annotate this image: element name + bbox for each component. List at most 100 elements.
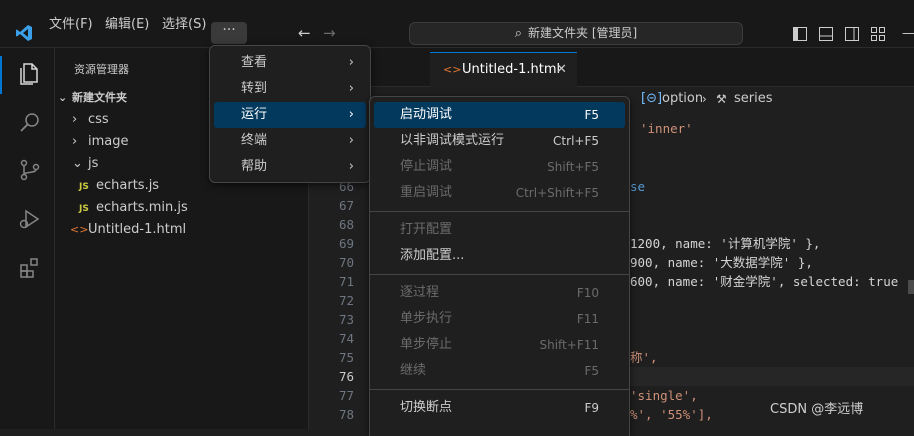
command-center[interactable]: ⌕ 新建文件夹 [管理员]: [409, 22, 743, 45]
code-line: 'single',: [630, 388, 698, 403]
code-line: 600, name: '财金学院', selected: true: [630, 274, 899, 289]
chevron-right-icon: ›: [72, 112, 78, 127]
line-number: 67: [338, 198, 354, 213]
menu-item-label: 帮助: [241, 159, 268, 174]
chevron-right-icon: ›: [702, 92, 707, 106]
chevron-right-icon: ›: [348, 81, 354, 96]
menu-item-step-into: 单步执行 F11: [374, 306, 625, 332]
window-controls[interactable]: —: [902, 26, 914, 44]
line-number-current: 76: [338, 369, 354, 384]
breadcrumb-series[interactable]: series: [734, 89, 773, 109]
html-file-icon: <>: [443, 63, 462, 76]
tree-item-css[interactable]: › css: [72, 109, 109, 131]
menu-item-continue: 继续 F5: [374, 358, 625, 384]
menu-separator: [370, 274, 629, 275]
menu-item-label: 打开配置: [400, 222, 453, 237]
tree-item-label: js: [88, 156, 99, 171]
code-line: 900, name: '大数据学院' },: [630, 255, 813, 270]
menu-item-terminal[interactable]: 终端 ›: [214, 128, 366, 154]
tree-item-label: Untitled-1.html: [88, 222, 187, 237]
code-line: 称',: [630, 350, 658, 365]
menu-item-run-without-debugging[interactable]: 以非调试模式运行 Ctrl+F5: [374, 128, 625, 154]
chevron-right-icon: ›: [348, 159, 354, 174]
menu-item-label: 单步停止: [400, 337, 453, 352]
scrollbar-thumb[interactable]: [908, 280, 914, 294]
tree-item-image[interactable]: › image: [72, 131, 129, 153]
chevron-right-icon: ›: [348, 55, 354, 70]
line-number: 75: [338, 350, 354, 365]
menu-item-label: 运行: [241, 107, 268, 122]
search-view-icon[interactable]: [18, 111, 42, 135]
menu-item-view[interactable]: 查看 ›: [214, 50, 366, 76]
html-file-icon: <>: [70, 223, 89, 236]
search-icon: ⌕: [514, 26, 523, 41]
tree-item-echarts-min-js[interactable]: JS echarts.min.js: [79, 197, 188, 219]
run-submenu: 启动调试 F5 以非调试模式运行 Ctrl+F5 停止调试 Shift+F5 重启调试…: [369, 96, 630, 436]
tree-item-echarts-js[interactable]: JS echarts.js: [79, 175, 159, 197]
tree-item-js[interactable]: ⌄ js: [72, 153, 98, 175]
menu-separator: [370, 211, 629, 212]
menu-item-add-configuration[interactable]: 添加配置...: [374, 243, 625, 269]
tree-item-label: image: [88, 134, 129, 149]
menu-item-label: 查看: [241, 55, 268, 70]
menu-item-toggle-breakpoint[interactable]: 切换断点 F9: [374, 395, 625, 421]
line-number: 73: [338, 312, 354, 327]
extensions-icon[interactable]: [18, 256, 42, 280]
toggle-panel-icon[interactable]: [819, 27, 833, 41]
chevron-right-icon: ›: [348, 107, 354, 122]
forward-arrow-icon[interactable]: →: [323, 26, 336, 41]
line-number: 70: [338, 255, 354, 270]
toggle-sidebar-icon[interactable]: [793, 27, 807, 41]
line-number: 74: [338, 331, 354, 346]
menu-item-label: 逐过程: [400, 285, 440, 300]
menu-item-label: 以非调试模式运行: [400, 133, 505, 148]
menu-item-label: 停止调试: [400, 159, 453, 174]
menu-item-label: 启动调试: [400, 107, 453, 122]
code-line: se: [630, 179, 646, 194]
js-file-icon: JS: [79, 204, 89, 214]
menu-item-stop-debugging: 停止调试 Shift+F5: [374, 154, 625, 180]
menu-item-goto[interactable]: 转到 ›: [214, 76, 366, 102]
code-line-top: 'inner': [640, 121, 693, 136]
watermark: CSDN @李远博: [770, 402, 864, 417]
menu-file[interactable]: 文件(F): [43, 14, 99, 36]
menu-selection[interactable]: 选择(S): [156, 14, 212, 36]
tree-item-untitled-html[interactable]: <>Untitled-1.html: [70, 219, 186, 241]
menu-item-shortcut: Shift+F11: [539, 338, 599, 352]
vscode-logo-icon: [15, 24, 33, 42]
explorer-icon[interactable]: [18, 62, 42, 86]
menu-item-label: 重启调试: [400, 185, 453, 200]
menu-item-shortcut: Ctrl+Shift+F5: [515, 186, 599, 200]
chevron-right-icon: ›: [72, 134, 78, 149]
menu-item-shortcut: F5: [584, 364, 599, 378]
wrench-icon: ⚒: [716, 92, 727, 106]
customize-layout-icon[interactable]: [871, 27, 885, 41]
tab-untitled-html[interactable]: <> Untitled-1.html ✕: [430, 52, 577, 88]
editor-tabs: [310, 48, 914, 87]
menu-item-label: 切换断点: [400, 400, 453, 415]
source-control-icon[interactable]: [18, 158, 42, 182]
js-file-icon: JS: [79, 182, 89, 192]
menu-item-shortcut: Ctrl+F5: [553, 134, 599, 148]
active-indicator: [0, 56, 2, 94]
run-debug-icon[interactable]: [18, 207, 42, 231]
toggle-secondary-sidebar-icon[interactable]: [845, 27, 859, 41]
menu-item-run[interactable]: 运行 ›: [214, 102, 366, 128]
line-number: 77: [338, 388, 354, 403]
close-icon[interactable]: ✕: [556, 53, 567, 87]
line-number: 72: [338, 293, 354, 308]
folder-root-label: 新建文件夹: [72, 91, 127, 104]
tree-item-label: css: [88, 112, 109, 127]
tab-label: Untitled-1.html: [462, 62, 561, 77]
breadcrumb-option[interactable]: option: [662, 89, 703, 109]
folder-root[interactable]: ⌄ 新建文件夹: [58, 87, 127, 109]
menu-item-help[interactable]: 帮助 ›: [214, 154, 366, 180]
menu-item-start-debugging[interactable]: 启动调试 F5: [374, 102, 625, 128]
tree-item-label: echarts.js: [96, 178, 160, 193]
menu-item-label: 继续: [400, 363, 427, 378]
back-arrow-icon[interactable]: ←: [298, 26, 311, 41]
menu-edit[interactable]: 编辑(E): [99, 14, 155, 36]
menu-item-label: 转到: [241, 81, 268, 96]
more-menu-button[interactable]: ···: [211, 22, 247, 44]
activity-bar: [0, 48, 55, 429]
